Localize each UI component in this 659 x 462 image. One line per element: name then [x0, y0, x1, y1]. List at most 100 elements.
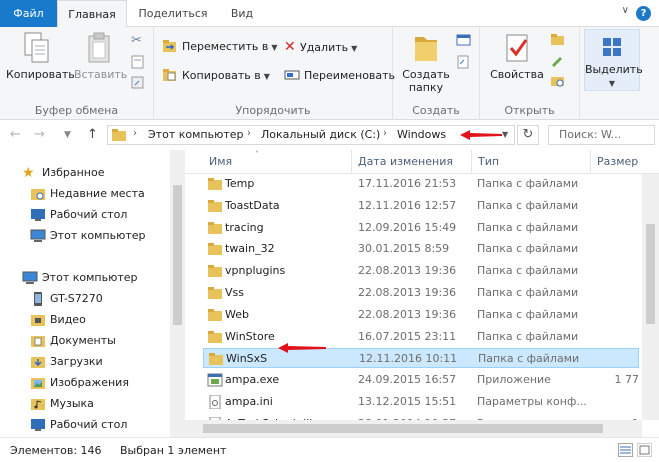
open-group-label: Открыть: [504, 104, 555, 117]
column-type[interactable]: Тип: [472, 150, 591, 174]
annotation-arrow-icon: [278, 343, 326, 353]
forward-arrow-icon[interactable]: →: [34, 127, 45, 142]
cut-icon[interactable]: ✂: [131, 33, 142, 48]
properties-button[interactable]: Свойства: [488, 31, 546, 81]
paste-shortcut-icon[interactable]: [131, 75, 145, 89]
group-open: Свойства Открыть: [480, 27, 580, 120]
file-list-vertical-scrollbar[interactable]: [642, 174, 659, 420]
new-item-icon[interactable]: [455, 33, 473, 47]
column-date[interactable]: Дата изменения: [352, 150, 472, 174]
delete-button[interactable]: ✕ Удалить ▼: [284, 38, 357, 56]
rename-icon: [284, 70, 300, 80]
table-row[interactable]: ampa.ini 13.12.2015 15:51 Параметры конф..…: [203, 392, 639, 412]
column-size[interactable]: Размер: [591, 150, 659, 174]
group-clipboard: Копировать Вставить ✂ Буфер обмена: [0, 27, 154, 120]
horizontal-scrollbar-thumb[interactable]: [203, 424, 603, 433]
copy-label: Копировать: [6, 68, 75, 81]
new-folder-label-1: Создать: [402, 68, 450, 81]
breadcrumb-separator-icon[interactable]: ›: [383, 128, 387, 139]
up-arrow-icon[interactable]: ↑: [87, 127, 98, 142]
new-group-label: Создать: [412, 104, 460, 117]
file-type: Папка с файлами: [477, 329, 579, 343]
table-row[interactable]: WinSxS 12.11.2016 10:11 Папка с файлами: [203, 348, 639, 369]
properties-label: Свойства: [490, 68, 544, 81]
paste-button[interactable]: Вставить: [74, 31, 128, 81]
properties-icon: [506, 34, 528, 62]
select-button[interactable]: Выделить ▼: [584, 29, 643, 91]
column-name[interactable]: Имя: [203, 150, 352, 174]
recent-places-icon: [31, 189, 45, 200]
breadcrumb-windows[interactable]: Windows: [397, 128, 446, 141]
paste-label: Вставить: [74, 68, 128, 81]
back-arrow-icon[interactable]: ←: [10, 127, 21, 142]
table-row[interactable]: WinStore 16.07.2015 23:11 Папка с файлами: [203, 327, 639, 347]
navigation-pane: ★ Избранное Недавние места Рабочий стол …: [0, 150, 185, 437]
folder-icon: [208, 178, 222, 190]
tab-home[interactable]: Главная: [57, 0, 127, 28]
help-icon[interactable]: ?: [636, 6, 651, 21]
copy-folder-icon: [163, 69, 176, 81]
new-folder-icon: [415, 37, 437, 61]
search-input[interactable]: Поиск: W...: [548, 125, 655, 145]
breadcrumb-separator-icon[interactable]: ›: [247, 128, 251, 139]
chevron-down-icon[interactable]: ∨: [622, 5, 629, 16]
tab-file[interactable]: Файл: [0, 0, 57, 27]
computer-icon: [30, 229, 46, 242]
clipboard-group-label: Буфер обмена: [34, 104, 119, 117]
select-label: Выделить: [585, 63, 643, 76]
file-date: 12.09.2016 15:49: [358, 220, 457, 234]
new-folder-label-2: папку: [408, 81, 444, 94]
table-row[interactable]: Temp 17.11.2016 21:53 Папка с файлами: [203, 174, 639, 194]
table-row[interactable]: tracing 12.09.2016 15:49 Папка с файлами: [203, 218, 639, 238]
file-name: Vss: [225, 286, 244, 299]
tab-view[interactable]: Вид: [220, 0, 264, 27]
copy-to-button[interactable]: Копировать в ▼: [162, 67, 270, 85]
recent-locations-icon[interactable]: ▼: [64, 130, 71, 140]
new-folder-button[interactable]: Создать папку: [399, 31, 453, 94]
open-icon[interactable]: [549, 33, 567, 47]
ribbon: Копировать Вставить ✂ Буфер обмена Перем…: [0, 27, 659, 120]
delete-label: Удалить: [300, 41, 349, 54]
file-date: 22.08.2013 19:36: [358, 264, 457, 278]
rename-label: Переименовать: [304, 69, 396, 82]
copy-button[interactable]: Копировать: [6, 31, 75, 81]
table-row[interactable]: vpnplugins 22.08.2013 19:36 Папка с файлам…: [203, 261, 639, 281]
history-icon[interactable]: [549, 74, 567, 88]
breadcrumb-separator-icon[interactable]: ›: [133, 128, 137, 139]
file-type: Папка с файлами: [477, 286, 579, 299]
address-bar[interactable]: › Этот компьютер › Локальный диск (C:) ›…: [107, 125, 515, 145]
column-header: ˄ Имя Дата изменения Тип Размер: [185, 150, 659, 174]
dropdown-icon: ▼: [263, 72, 270, 81]
copy-path-icon[interactable]: [131, 55, 145, 69]
file-date: 16.07.2015 23:11: [358, 329, 457, 343]
computer-icon: [22, 271, 38, 284]
breadcrumb-this-pc[interactable]: Этот компьютер: [148, 128, 244, 141]
table-row[interactable]: Web 22.08.2013 19:36 Папка с файлами: [203, 305, 639, 325]
tab-share[interactable]: Поделиться: [132, 0, 214, 27]
documents-folder-icon: [31, 336, 45, 347]
refresh-button[interactable]: ↻: [517, 125, 539, 145]
table-row[interactable]: ampa.exe 24.09.2015 16:57 Приложение 1 77: [203, 370, 639, 390]
delete-icon: ✕: [284, 39, 296, 55]
file-name: tracing: [225, 220, 264, 234]
table-row[interactable]: twain_32 30.01.2015 8:59 Папка с файлами: [203, 239, 639, 259]
rename-button[interactable]: Переименовать: [284, 67, 395, 85]
file-type: Папка с файлами: [477, 307, 579, 321]
nav-scrollbar-thumb[interactable]: [173, 185, 182, 325]
nav-scrollbar[interactable]: [170, 150, 185, 437]
breadcrumb-local-disk[interactable]: Локальный диск (C:): [261, 128, 380, 141]
vertical-scrollbar-thumb[interactable]: [646, 224, 655, 324]
table-row[interactable]: Vss 22.08.2013 19:36 Папка с файлами: [203, 283, 639, 303]
status-selected-count: Выбран 1 элемент: [120, 444, 227, 457]
edit-icon[interactable]: [549, 54, 567, 68]
details-view-button[interactable]: [618, 443, 633, 457]
file-list-horizontal-scrollbar[interactable]: [185, 420, 642, 437]
table-row[interactable]: ToastData 12.11.2016 12:57 Папка с файлами: [203, 196, 639, 216]
file-name: twain_32: [225, 242, 275, 256]
easy-access-icon[interactable]: [455, 55, 473, 69]
status-item-count: Элементов: 146: [10, 444, 102, 457]
folder-icon: [208, 243, 222, 256]
star-icon: ★: [22, 165, 35, 181]
move-to-button[interactable]: Переместить в ▼: [162, 38, 278, 56]
large-icons-view-button[interactable]: [637, 443, 652, 457]
